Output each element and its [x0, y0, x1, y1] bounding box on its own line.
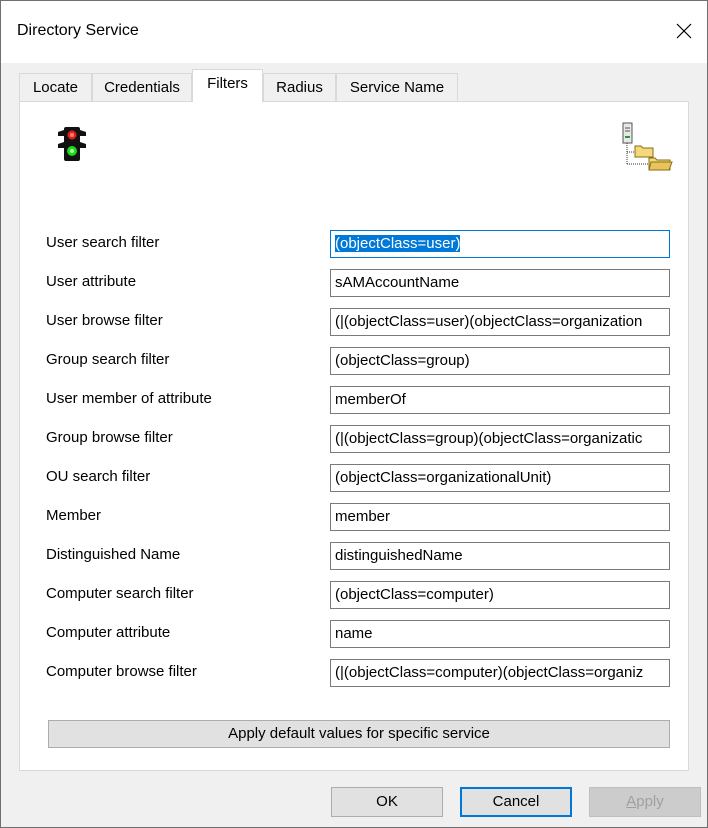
user-member-of-attribute-label: User member of attribute	[46, 390, 212, 407]
tab-credentials[interactable]: Credentials	[92, 73, 192, 101]
window-title: Directory Service	[17, 22, 139, 39]
computer-browse-filter-label: Computer browse filter	[46, 663, 197, 680]
user-attribute-input[interactable]: sAMAccountName	[330, 269, 670, 297]
user-attribute-label: User attribute	[46, 273, 137, 290]
tab-label: Locate	[32, 79, 79, 96]
member-input[interactable]: member	[330, 503, 670, 531]
computer-search-filter-input[interactable]: (objectClass=computer)	[330, 581, 670, 609]
user-member-of-attribute-input[interactable]: memberOf	[330, 386, 670, 414]
group-search-filter-input[interactable]: (objectClass=group)	[330, 347, 670, 375]
user-browse-filter-label: User browse filter	[46, 312, 163, 329]
tab-label: Radius	[276, 79, 323, 96]
title-bar: Directory Service	[1, 1, 707, 63]
group-browse-filter-input[interactable]: (|(objectClass=group)(objectClass=organi…	[330, 425, 670, 453]
tab-label: Credentials	[104, 79, 180, 96]
user-search-filter-label: User search filter	[46, 234, 160, 251]
user-search-filter-input[interactable]: (objectClass=user)	[330, 230, 670, 258]
tab-label: Service Name	[349, 79, 445, 96]
computer-attribute-input[interactable]: name	[330, 620, 670, 648]
ou-search-filter-label: OU search filter	[46, 468, 151, 485]
cancel-button[interactable]: Cancel	[460, 787, 572, 817]
directory-service-dialog: Directory Service Locate Credentials Fil…	[0, 0, 708, 828]
filters-panel: User search filter (objectClass=user) Us…	[19, 101, 689, 771]
tab-radius[interactable]: Radius	[263, 73, 336, 101]
computer-browse-filter-input[interactable]: (|(objectClass=computer)(objectClass=org…	[330, 659, 670, 687]
tab-locate[interactable]: Locate	[19, 73, 92, 101]
apply-button[interactable]: Apply	[589, 787, 701, 817]
computer-attribute-label: Computer attribute	[46, 624, 171, 641]
member-label: Member	[46, 507, 102, 524]
distinguished-name-input[interactable]: distinguishedName	[330, 542, 670, 570]
group-browse-filter-label: Group browse filter	[46, 429, 173, 446]
tab-filters[interactable]: Filters	[192, 69, 263, 102]
user-browse-filter-input[interactable]: (|(objectClass=user)(objectClass=organiz…	[330, 308, 670, 336]
ok-button[interactable]: OK	[331, 787, 443, 817]
distinguished-name-label: Distinguished Name	[46, 546, 181, 563]
ou-search-filter-input[interactable]: (objectClass=organizationalUnit)	[330, 464, 670, 492]
traffic-light-icon	[58, 127, 86, 161]
close-icon	[676, 23, 692, 39]
group-search-filter-label: Group search filter	[46, 351, 170, 368]
apply-default-values-button[interactable]: Apply default values for specific servic…	[48, 720, 670, 748]
tab-label: Filters	[207, 75, 248, 92]
directory-tree-icon	[622, 122, 673, 171]
close-button[interactable]	[661, 11, 707, 51]
selected-text: (objectClass=user)	[335, 235, 461, 252]
computer-search-filter-label: Computer search filter	[46, 585, 194, 602]
tab-strip: Locate Credentials Filters Radius Servic…	[19, 69, 689, 102]
tab-service-name[interactable]: Service Name	[336, 73, 458, 101]
